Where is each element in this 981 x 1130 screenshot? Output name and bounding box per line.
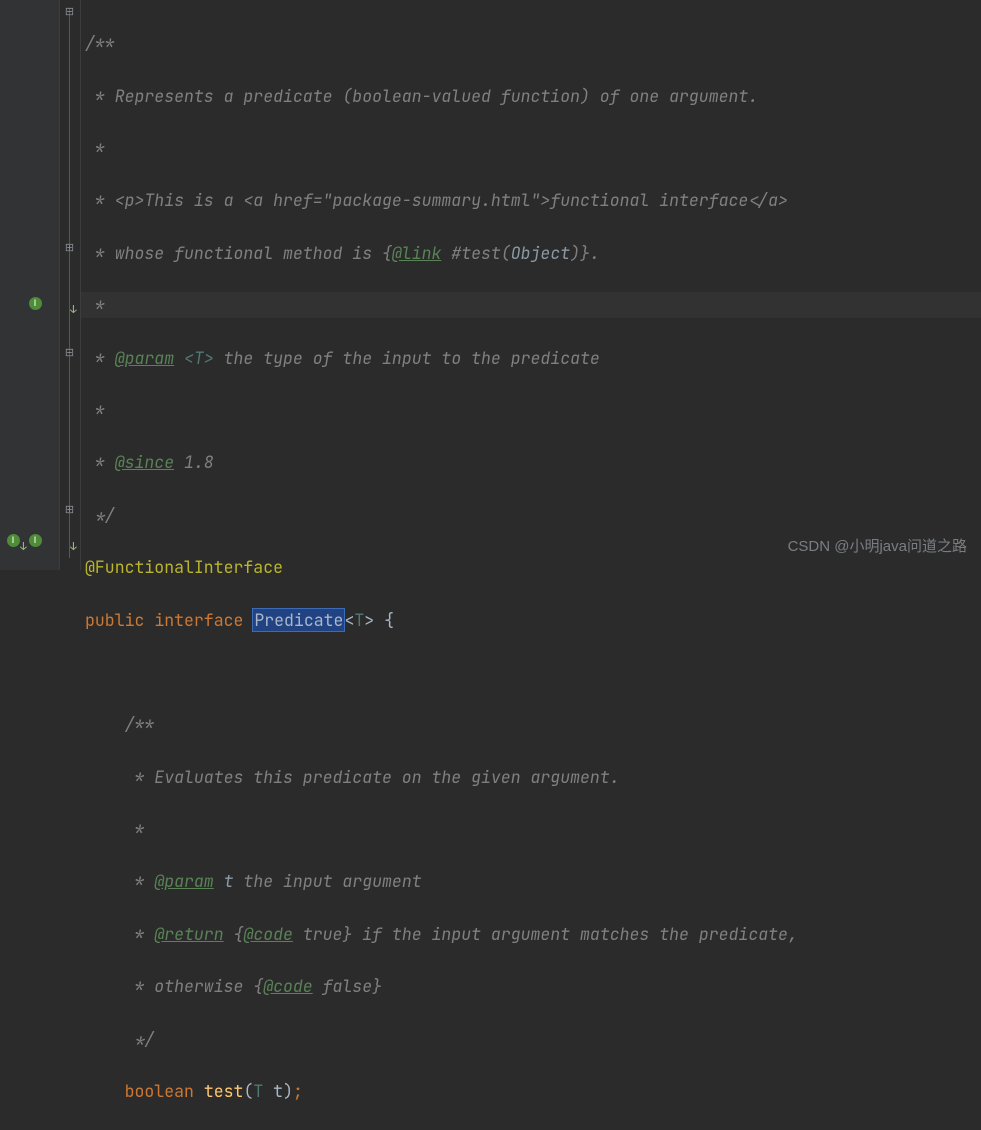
code-line[interactable]: boolean test(T t);	[85, 1078, 981, 1104]
code-area[interactable]: /** * Represents a predicate (boolean-va…	[85, 4, 981, 1130]
watermark-text: CSDN @小明java问道之路	[788, 534, 967, 560]
down-arrow-icon: ↓	[20, 534, 27, 560]
code-line[interactable]	[85, 659, 981, 685]
implemented-icon[interactable]: I ↓	[28, 533, 42, 547]
code-line[interactable]: *	[85, 397, 981, 423]
fold-column: ⊟ ⊞ ⊟ ⊞	[60, 0, 81, 570]
fold-toggle-icon[interactable]: ⊟	[63, 347, 76, 360]
code-line[interactable]: *	[85, 292, 981, 318]
code-line[interactable]: *	[85, 816, 981, 842]
code-line[interactable]: * otherwise {@code false}	[85, 973, 981, 999]
code-line[interactable]: * @param t the input argument	[85, 868, 981, 894]
code-line[interactable]: */	[85, 1026, 981, 1052]
code-line[interactable]: * @param <T> the type of the input to th…	[85, 345, 981, 371]
code-line[interactable]: *	[85, 135, 981, 161]
editor-gutter: I ↓ I ↓ I ↓	[0, 0, 60, 570]
caret-selection: Predicate	[253, 609, 344, 631]
fold-end-icon[interactable]: ⊞	[63, 504, 76, 517]
code-line[interactable]: * @since 1.8	[85, 449, 981, 475]
code-line[interactable]: /**	[85, 30, 981, 56]
fold-end-icon[interactable]: ⊞	[63, 242, 76, 255]
code-line[interactable]: * Evaluates this predicate on the given …	[85, 764, 981, 790]
code-line[interactable]: */	[85, 502, 981, 528]
code-line[interactable]: * whose functional method is {@link #tes…	[85, 240, 981, 266]
code-line[interactable]: * Represents a predicate (boolean-valued…	[85, 83, 981, 109]
implemented-icon[interactable]: I ↓	[28, 296, 42, 310]
code-line[interactable]: /**	[85, 711, 981, 737]
fold-guide	[69, 8, 70, 558]
implemented-icon[interactable]: I ↓	[6, 533, 20, 547]
fold-toggle-icon[interactable]: ⊟	[63, 6, 76, 19]
code-line[interactable]: * @return {@code true} if the input argu…	[85, 921, 981, 947]
code-line[interactable]: * <p>This is a <a href="package-summary.…	[85, 187, 981, 213]
code-line[interactable]: public interface Predicate<T> {	[85, 607, 981, 633]
